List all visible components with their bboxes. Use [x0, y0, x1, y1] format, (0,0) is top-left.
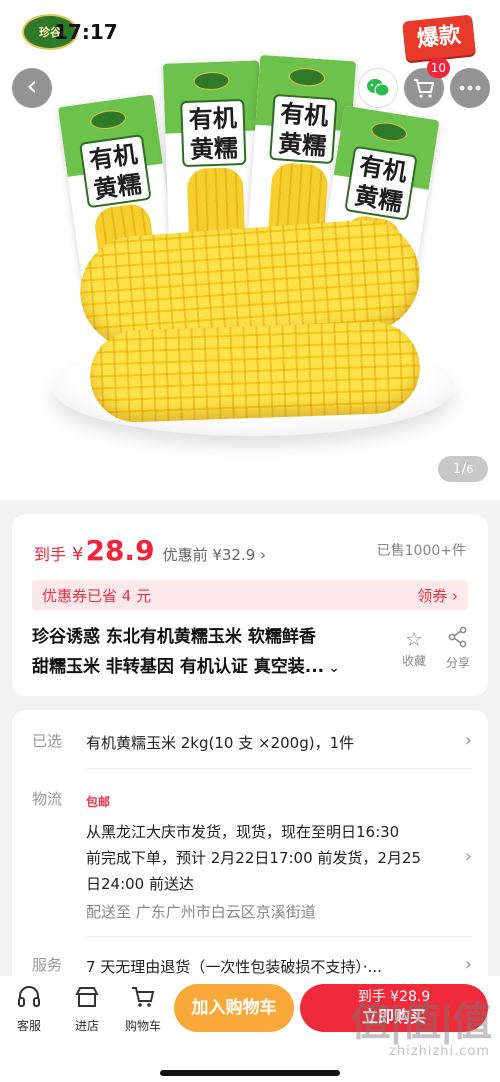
get-coupon-link[interactable]: 领券 ›	[417, 585, 458, 606]
sold-count: 已售1000+件	[376, 543, 466, 559]
chevron-left-icon: ‹	[26, 69, 38, 102]
product-gallery[interactable]: 珍谷 17:17 有机黄糯 有机黄糯 有机黄糯 有机黄糯 ‹ 爆款 10 1/6	[0, 0, 500, 500]
star-icon: ☆	[405, 627, 423, 651]
customer-service-label: 客服	[16, 1019, 41, 1033]
more-icon	[459, 85, 481, 91]
cart-icon	[118, 984, 168, 1017]
logistics-content: 包邮 从黑龙江大庆市发货，现货，现在至明日16:30 前完成下单，预计 2月22…	[86, 788, 452, 925]
watermark-url: zhizhizhi.com	[389, 1044, 490, 1059]
coupon-bar[interactable]: 优惠券已省 4 元 领券 ›	[32, 580, 468, 610]
service-label: 服务	[32, 956, 63, 974]
store-button[interactable]: 进店	[62, 984, 112, 1034]
selected-label: 已选	[32, 732, 63, 750]
selected-spec-value: 有机黄糯玉米 2kg(10 支 ×200g)，1件	[86, 734, 355, 752]
product-title-line: 甜糯玉米 非转基因 有机认证 真空装...	[32, 657, 325, 677]
share-icon	[438, 626, 478, 654]
share-button[interactable]: 分享	[438, 626, 478, 671]
corn-cob-image	[88, 320, 422, 424]
package-title: 有机黄糯	[180, 98, 247, 168]
customer-service-button[interactable]: 客服	[4, 984, 54, 1034]
headset-icon	[4, 984, 54, 1017]
store-label: 进店	[74, 1019, 99, 1033]
currency-symbol: ¥	[72, 544, 84, 565]
wechat-icon	[367, 79, 390, 97]
original-price-link[interactable]: 优惠前 ¥32.9 ›	[163, 544, 266, 565]
cart-button[interactable]: 10	[404, 58, 450, 108]
wechat-share-button[interactable]	[358, 68, 398, 108]
cart-icon	[414, 79, 435, 98]
final-price: 28.9	[85, 534, 155, 567]
store-icon	[62, 984, 112, 1017]
divider	[86, 936, 472, 937]
chevron-right-icon: ›	[464, 730, 472, 751]
detail-card: 已选 有机黄糯玉米 2kg(10 支 ×200g)，1件 › 物流 包邮 从黑龙…	[12, 710, 488, 1010]
divider	[86, 768, 472, 769]
add-to-cart-button[interactable]: 加入购物车	[174, 984, 294, 1032]
cart-label: 购物车	[124, 1019, 161, 1033]
price-card: 到手 ¥ 28.9 优惠前 ¥32.9 › 已售1000+件 优惠券已省 4 元…	[12, 514, 488, 696]
price-row: 到手 ¥ 28.9 优惠前 ¥32.9 ›	[34, 534, 266, 567]
watermark-logo: 值|值|值	[350, 999, 492, 1045]
package-title: 有机黄糯	[79, 134, 152, 209]
watermark: 值|值|值 zhizhizhi.com	[340, 999, 492, 1070]
package-title: 有机黄糯	[269, 93, 338, 165]
selected-spec-row[interactable]: 已选 有机黄糯玉米 2kg(10 支 ×200g)，1件 ›	[32, 730, 472, 760]
logistics-line: 前完成下单，预计 2月22日17:00 前发货，2月25	[86, 849, 422, 867]
price-prefix: 到手	[34, 545, 67, 564]
product-title-line: 珍谷诱惑 东北有机黄糯玉米 软糯鲜香	[32, 627, 316, 647]
chevron-right-icon: ›	[464, 846, 472, 867]
status-time: 17:17	[54, 20, 118, 44]
favorite-label: 收藏	[401, 654, 426, 668]
share-label: 分享	[445, 656, 470, 670]
cart-tab-button[interactable]: 购物车	[118, 984, 168, 1034]
delivery-address: 配送至 广东广州市白云区京溪街道	[86, 903, 316, 921]
coupon-text: 优惠券已省 4 元	[42, 586, 152, 605]
cart-count-badge: 10	[426, 58, 450, 78]
gallery-page-indicator: 1/6	[438, 456, 488, 482]
free-shipping-tag: 包邮	[86, 795, 111, 809]
package-title: 有机黄糯	[344, 145, 418, 221]
home-indicator[interactable]	[160, 1070, 340, 1076]
logistics-line: 日24:00 前送达	[86, 875, 194, 893]
logistics-line: 从黑龙江大庆市发货，现货，现在至明日16:30	[86, 823, 400, 841]
product-title[interactable]: 珍谷诱惑 东北有机黄糯玉米 软糯鲜香 甜糯玉米 非转基因 有机认证 真空装...…	[32, 622, 368, 683]
chevron-right-icon: ›	[464, 954, 472, 975]
back-button[interactable]: ‹	[12, 68, 52, 108]
logistics-label: 物流	[32, 790, 63, 808]
hot-item-tag: 爆款	[402, 14, 476, 62]
logistics-row[interactable]: 物流 包邮 从黑龙江大庆市发货，现货，现在至明日16:30 前完成下单，预计 2…	[32, 788, 472, 938]
more-button[interactable]	[450, 68, 490, 108]
chevron-down-icon: ⌄	[328, 660, 340, 676]
favorite-button[interactable]: ☆ 收藏	[394, 626, 434, 669]
